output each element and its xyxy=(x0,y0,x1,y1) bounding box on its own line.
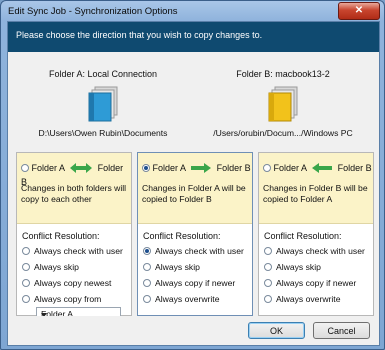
option-label: Always check with user xyxy=(276,246,365,256)
option-radio[interactable] xyxy=(143,247,151,255)
title-bar[interactable]: Edit Sync Job - Synchronization Options … xyxy=(1,1,384,21)
sync-option-a-to-b-panel[interactable]: Folder A Folder B Changes in Folder A wi… xyxy=(137,152,253,316)
direction-left-label: Folder A xyxy=(31,163,65,173)
dialog-client-area: Please choose the direction that you wis… xyxy=(7,21,380,346)
conflict-option-copy-if-newer[interactable]: Always copy if newer xyxy=(264,278,356,288)
folder-b-label: Folder B: macbook13-2 xyxy=(236,69,330,79)
folder-a-label: Folder A: Local Connection xyxy=(48,69,158,79)
window-title: Edit Sync Job - Synchronization Options xyxy=(8,6,178,17)
conflict-option-copy-if-newer[interactable]: Always copy if newer xyxy=(143,278,235,288)
option-radio[interactable] xyxy=(264,247,272,255)
direction-radio-both[interactable] xyxy=(21,164,29,172)
option-label: Always overwrite xyxy=(155,294,220,304)
right-arrow-icon xyxy=(191,163,212,173)
conflict-option-skip[interactable]: Always skip xyxy=(264,262,321,272)
direction-right-label: Folder B xyxy=(337,163,372,173)
conflict-resolution-label: Conflict Resolution: xyxy=(264,231,342,241)
conflict-option-skip[interactable]: Always skip xyxy=(143,262,200,272)
option-label: Always skip xyxy=(276,262,321,272)
folder-a-info: Folder A: Local Connection D:\Users\Owen… xyxy=(18,69,188,138)
conflict-resolution-label: Conflict Resolution: xyxy=(143,231,221,241)
option-radio[interactable] xyxy=(22,295,30,303)
option-radio[interactable] xyxy=(143,279,151,287)
left-arrow-icon xyxy=(312,163,333,173)
sync-option-b-to-a-panel[interactable]: Folder A Folder B Changes in Folder B wi… xyxy=(258,152,374,316)
close-button[interactable]: ✕ xyxy=(338,2,380,20)
option-radio[interactable] xyxy=(143,295,151,303)
dialog-footer: OK Cancel xyxy=(8,316,379,345)
panel-header: Folder A Folder B Changes in both folder… xyxy=(17,153,131,224)
conflict-option-check-with-user[interactable]: Always check with user xyxy=(264,246,365,256)
option-radio[interactable] xyxy=(22,279,30,287)
conflict-option-overwrite[interactable]: Always overwrite xyxy=(143,294,219,304)
instruction-text: Please choose the direction that you wis… xyxy=(16,30,263,40)
option-label: Always copy newest xyxy=(34,278,112,288)
direction-right-label: Folder B xyxy=(216,163,251,173)
option-radio[interactable] xyxy=(22,263,30,271)
option-radio[interactable] xyxy=(264,295,272,303)
conflict-option-skip[interactable]: Always skip xyxy=(22,262,79,272)
option-radio[interactable] xyxy=(22,247,30,255)
option-label: Always copy if newer xyxy=(276,278,357,288)
panel-header: Folder A Folder B Changes in Folder B wi… xyxy=(259,153,373,224)
option-label: Always check with user xyxy=(155,246,244,256)
direction-selector-b-to-a[interactable]: Folder A Folder B xyxy=(263,161,372,175)
option-label: Always skip xyxy=(155,262,200,272)
conflict-resolution-label: Conflict Resolution: xyxy=(22,231,100,241)
sync-option-both-panel[interactable]: Folder A Folder B Changes in both folder… xyxy=(16,152,132,321)
ok-button[interactable]: OK xyxy=(248,322,305,339)
direction-description: Changes in Folder B will be copied to Fo… xyxy=(263,183,368,204)
direction-selector-both[interactable]: Folder A Folder B xyxy=(21,161,131,187)
direction-radio-b-to-a[interactable] xyxy=(263,164,271,172)
option-label: Always check with user xyxy=(34,246,123,256)
dialog-window: Edit Sync Job - Synchronization Options … xyxy=(0,0,385,350)
folder-b-path: /Users/orubin/Docum.../Windows PC xyxy=(213,128,353,138)
bidirectional-arrow-icon xyxy=(70,163,93,173)
folder-b-info: Folder B: macbook13-2 /Users/orubin/Docu… xyxy=(198,69,368,138)
folder-a-document-icon xyxy=(88,86,118,122)
option-radio[interactable] xyxy=(264,263,272,271)
folder-a-path: D:\Users\Owen Rubin\Documents xyxy=(38,128,168,138)
conflict-option-overwrite[interactable]: Always overwrite xyxy=(264,294,340,304)
direction-description: Changes in both folders will copy to eac… xyxy=(21,183,127,204)
direction-description: Changes in Folder A will be copied to Fo… xyxy=(142,183,246,204)
instruction-banner: Please choose the direction that you wis… xyxy=(8,22,379,52)
conflict-option-copy-newest[interactable]: Always copy newest xyxy=(22,278,111,288)
direction-radio-a-to-b[interactable] xyxy=(142,164,150,172)
cancel-button[interactable]: Cancel xyxy=(313,322,370,339)
direction-left-label: Folder A xyxy=(273,163,307,173)
direction-left-label: Folder A xyxy=(152,163,186,173)
option-label: Always copy if newer xyxy=(155,278,236,288)
conflict-option-copy-from[interactable]: Always copy from xyxy=(22,294,101,304)
conflict-option-check-with-user[interactable]: Always check with user xyxy=(22,246,123,256)
option-label: Always copy from xyxy=(34,294,102,304)
option-label: Always overwrite xyxy=(276,294,341,304)
panel-header: Folder A Folder B Changes in Folder A wi… xyxy=(138,153,252,224)
direction-selector-a-to-b[interactable]: Folder A Folder B xyxy=(142,161,251,175)
option-label: Always skip xyxy=(34,262,79,272)
option-radio[interactable] xyxy=(143,263,151,271)
conflict-option-check-with-user[interactable]: Always check with user xyxy=(143,246,244,256)
option-radio[interactable] xyxy=(264,279,272,287)
folder-b-document-icon xyxy=(268,86,298,122)
